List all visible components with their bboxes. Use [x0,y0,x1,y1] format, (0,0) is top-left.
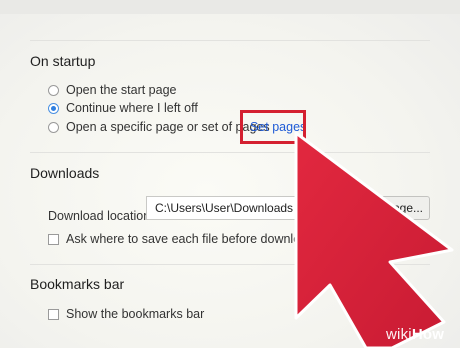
checkbox-icon[interactable] [48,308,59,320]
wikihow-watermark: wikiHow [386,326,444,343]
top-strip [0,0,460,14]
show-bookmarks-bar-option[interactable]: Show the bookmarks bar [48,307,204,321]
startup-option-continue[interactable]: Continue where I left off [48,101,198,115]
download-location-text: Download location: [48,209,154,223]
watermark-suffix: How [411,326,445,343]
highlight-box [240,110,306,144]
download-location-label: Download location: [48,209,154,223]
radio-selected-icon[interactable] [48,102,59,114]
section-title-downloads: Downloads [30,165,100,181]
section-title-bookmarks: Bookmarks bar [30,276,125,292]
startup-option-label: Open the start page [66,83,177,97]
divider-bookmarks [30,264,430,265]
show-bookmarks-bar-label: Show the bookmarks bar [66,307,205,321]
startup-option-label: Continue where I left off [66,101,198,115]
radio-icon[interactable] [48,84,59,96]
ask-before-download-option[interactable]: Ask where to save each file before downl… [48,232,331,246]
section-title-startup: On startup [30,53,96,69]
divider-top [30,40,430,41]
radio-icon[interactable] [48,121,59,133]
startup-option-start-page[interactable]: Open the start page [48,83,177,97]
watermark-prefix: wiki [386,326,412,343]
change-location-button[interactable]: Change... [320,196,430,220]
checkbox-icon[interactable] [48,233,59,245]
ask-before-download-label: Ask where to save each file before downl… [66,232,331,246]
download-location-field[interactable]: C:\Users\User\Downloads [146,196,316,220]
startup-option-specific-pages[interactable]: Open a specific page or set of pages [48,120,270,134]
divider-downloads [30,152,430,153]
